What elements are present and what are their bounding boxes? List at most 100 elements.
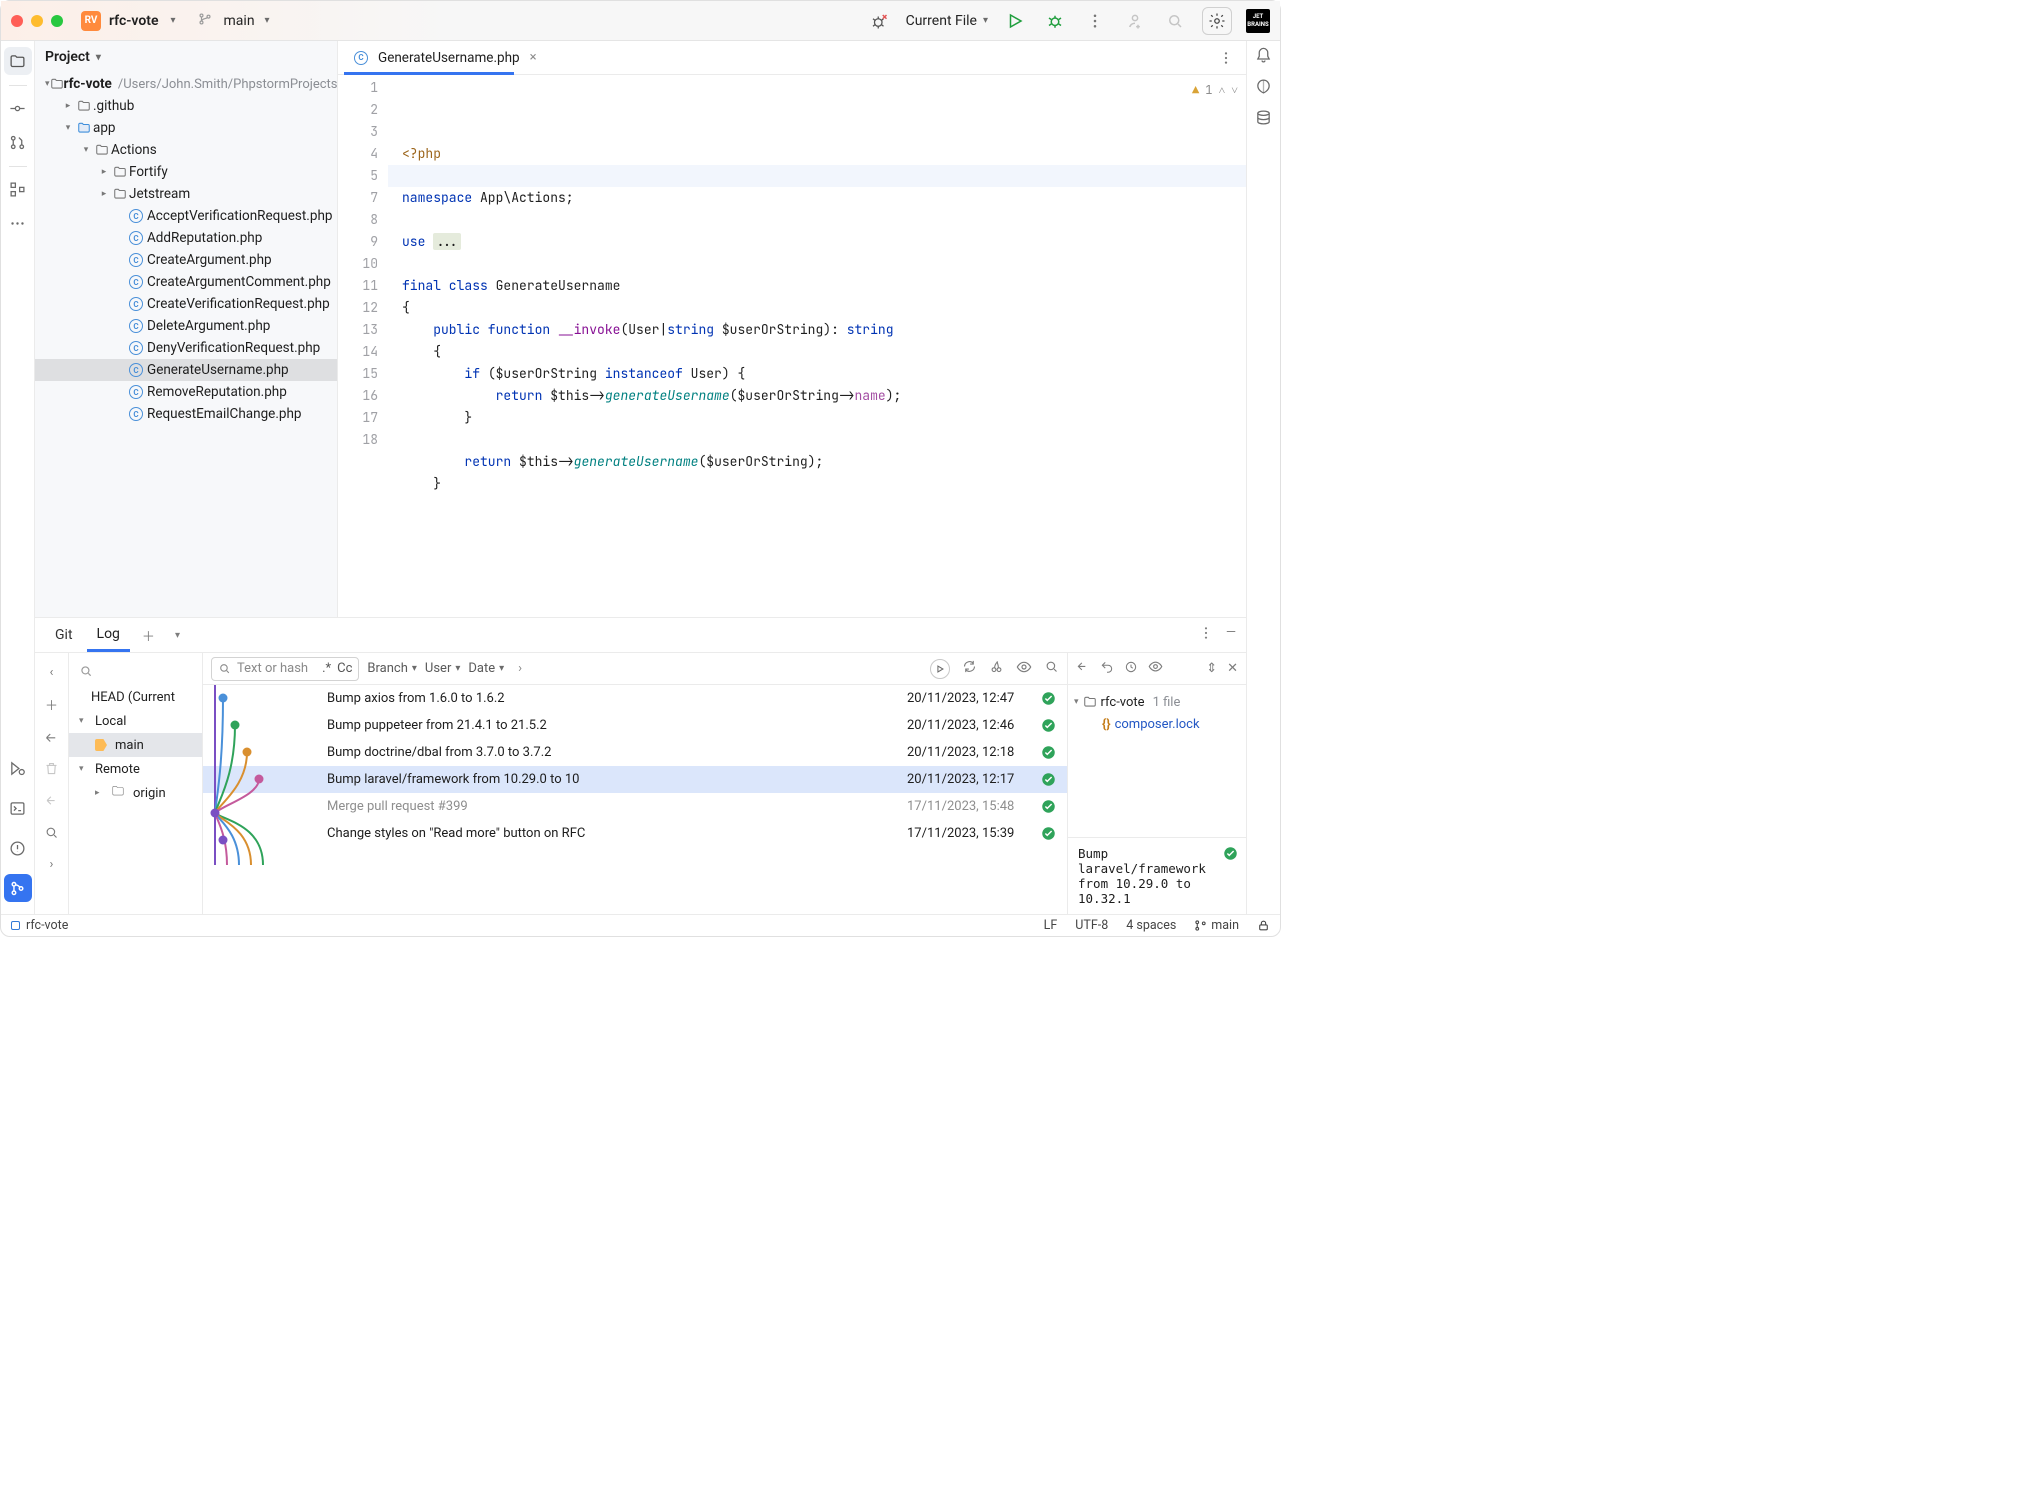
tree-file[interactable]: CCreateVerificationRequest.php [35, 293, 337, 315]
details-eye-icon[interactable] [1148, 659, 1163, 678]
git-next-icon[interactable]: › [39, 851, 65, 877]
tree-folder[interactable]: ▾ Actions [35, 139, 337, 161]
zoom-window-icon[interactable] [51, 15, 63, 27]
git-filter-user[interactable]: User▾ [425, 661, 460, 676]
chevron-down-icon[interactable]: ▾ [96, 52, 101, 63]
tree-file[interactable]: CAddReputation.php [35, 227, 337, 249]
terminal-tool-button[interactable] [4, 794, 32, 822]
git-log-row[interactable]: Bump puppeteer from 21.4.1 to 21.5.2 20/… [203, 712, 1067, 739]
git-branches-head[interactable]: HEAD (Current [69, 685, 202, 709]
editor-tab[interactable]: C GenerateUsername.php × [344, 41, 547, 74]
git-delete-icon[interactable] [39, 755, 65, 781]
git-branch-main[interactable]: main [69, 733, 202, 757]
details-prev-icon[interactable] [1076, 660, 1090, 678]
version-control-tool-button[interactable] [4, 874, 32, 902]
regex-toggle[interactable]: .* [322, 661, 331, 676]
git-eye-icon[interactable] [1016, 659, 1032, 679]
git-find-icon[interactable] [1044, 659, 1059, 679]
git-log-row[interactable]: Bump axios from 1.6.0 to 1.6.2 20/11/202… [203, 685, 1067, 712]
git-find-icon[interactable] [39, 819, 65, 845]
git-log-row[interactable]: Change styles on "Read more" button on R… [203, 820, 1067, 847]
tree-file[interactable]: CCreateArgument.php [35, 249, 337, 271]
debug-button[interactable] [1042, 8, 1068, 34]
git-filter-date[interactable]: Date▾ [468, 661, 504, 676]
status-indent[interactable]: 4 spaces [1126, 918, 1176, 933]
more-tool-windows-icon[interactable] [4, 209, 32, 237]
git-log-search[interactable]: Text or hash .* Cc [211, 657, 359, 681]
tree-file[interactable]: CAcceptVerificationRequest.php [35, 205, 337, 227]
git-tab-git[interactable]: Git [45, 618, 83, 652]
git-more-icon[interactable] [1198, 625, 1214, 645]
prev-highlight-icon[interactable]: ˄ [1218, 79, 1225, 101]
tree-file[interactable]: CDenyVerificationRequest.php [35, 337, 337, 359]
git-branches-remote[interactable]: ▾Remote [69, 757, 202, 781]
close-window-icon[interactable] [11, 15, 23, 27]
details-history-icon[interactable] [1124, 660, 1138, 678]
inspection-widget[interactable]: ▲ 1 ˄ ˅ [1192, 79, 1238, 101]
git-run-icon[interactable] [930, 659, 950, 679]
details-expand-icon[interactable]: ⇕ [1206, 661, 1217, 676]
debug-stop-icon[interactable] [866, 8, 892, 34]
git-fetch-icon[interactable] [39, 787, 65, 813]
ai-assistant-icon[interactable] [1255, 78, 1272, 99]
more-actions-icon[interactable] [1082, 8, 1108, 34]
git-branches-origin[interactable]: ▸origin [69, 781, 202, 805]
run-button[interactable] [1002, 8, 1028, 34]
git-filter-branch[interactable]: Branch▾ [367, 661, 417, 676]
details-close-icon[interactable]: ✕ [1227, 661, 1238, 676]
chevron-down-icon[interactable]: ▾ [265, 15, 270, 26]
run-config-selector[interactable]: Current File ▾ [906, 13, 988, 29]
details-root[interactable]: ▾ rfc-vote 1 file [1074, 691, 1240, 713]
chevron-down-icon[interactable]: ▾ [170, 15, 175, 26]
settings-icon[interactable] [1202, 7, 1232, 35]
chevron-down-icon[interactable]: ▾ [167, 630, 188, 641]
commit-tool-button[interactable] [4, 94, 32, 122]
git-add-tab-icon[interactable]: ＋ [134, 626, 163, 645]
git-branches-local[interactable]: ▾Local [69, 709, 202, 733]
case-toggle[interactable]: Cc [337, 661, 352, 676]
git-new-branch-icon[interactable]: ＋ [39, 691, 65, 717]
git-prev-icon[interactable]: ‹ [39, 659, 65, 685]
tree-file[interactable]: CGenerateUsername.php [35, 359, 337, 381]
status-lock-icon[interactable] [1257, 919, 1270, 932]
status-encoding[interactable]: UTF-8 [1075, 918, 1108, 933]
tree-root[interactable]: ▾ rfc-vote /Users/John.Smith/PhpstormPro… [35, 73, 337, 95]
tree-folder[interactable]: ▸ Fortify [35, 161, 337, 183]
tree-file[interactable]: CDeleteArgument.php [35, 315, 337, 337]
project-name[interactable]: rfc-vote [109, 13, 158, 29]
tree-file[interactable]: CRequestEmailChange.php [35, 403, 337, 425]
details-revert-icon[interactable] [1100, 660, 1114, 678]
pull-requests-tool-button[interactable] [4, 128, 32, 156]
tree-file[interactable]: CRemoveReputation.php [35, 381, 337, 403]
git-log-row[interactable]: Merge pull request #399 17/11/2023, 15:4… [203, 793, 1067, 820]
project-tree[interactable]: ▾ rfc-vote /Users/John.Smith/PhpstormPro… [35, 73, 337, 617]
structure-tool-button[interactable] [4, 175, 32, 203]
next-highlight-icon[interactable]: ˅ [1231, 79, 1238, 101]
tree-file[interactable]: CCreateArgumentComment.php [35, 271, 337, 293]
vcs-branch-name[interactable]: main [224, 13, 255, 29]
database-icon[interactable] [1255, 109, 1272, 130]
search-everywhere-icon[interactable] [1162, 8, 1188, 34]
details-file[interactable]: {} composer.lock [1074, 713, 1240, 735]
editor-tabs-more-icon[interactable] [1206, 41, 1246, 74]
close-tab-icon[interactable]: × [530, 50, 537, 65]
problems-tool-button[interactable] [4, 834, 32, 862]
notifications-icon[interactable] [1255, 47, 1272, 68]
git-hide-icon[interactable]: — [1226, 625, 1236, 645]
status-branch[interactable]: main [1194, 918, 1239, 933]
git-checkout-icon[interactable] [39, 723, 65, 749]
tree-folder[interactable]: ▸ .github [35, 95, 337, 117]
git-log-row[interactable]: Bump laravel/framework from 10.29.0 to 1… [203, 766, 1067, 793]
code-with-me-icon[interactable] [1122, 8, 1148, 34]
status-project[interactable]: rfc-vote [26, 918, 68, 933]
status-line-ending[interactable]: LF [1044, 918, 1058, 933]
minimize-window-icon[interactable] [31, 15, 43, 27]
project-tool-button[interactable] [4, 47, 32, 75]
git-refresh-icon[interactable] [962, 659, 977, 679]
tree-folder[interactable]: ▾ app [35, 117, 337, 139]
go-to-icon[interactable]: › [518, 661, 522, 676]
git-cherry-pick-icon[interactable] [989, 659, 1004, 679]
git-log-row[interactable]: Bump doctrine/dbal from 3.7.0 to 3.7.2 2… [203, 739, 1067, 766]
tree-folder[interactable]: ▸ Jetstream [35, 183, 337, 205]
git-tab-log[interactable]: Log [87, 618, 130, 652]
